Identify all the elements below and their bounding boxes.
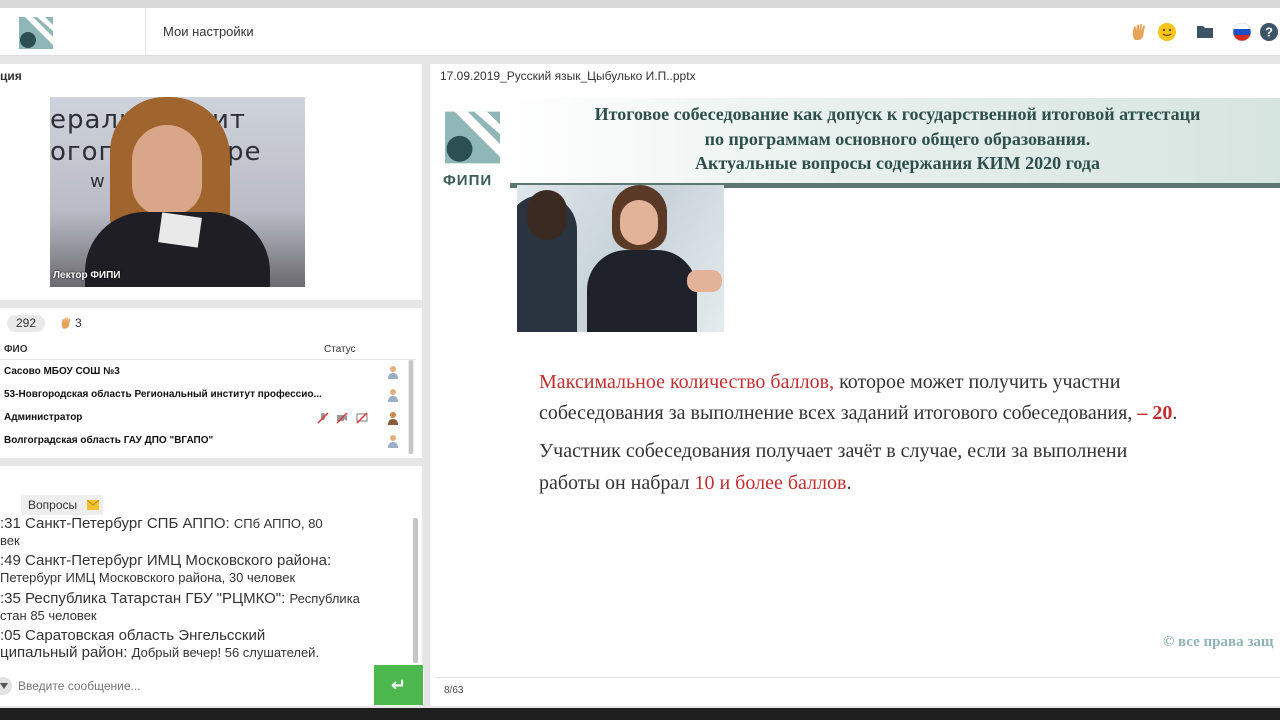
column-name-header[interactable]: ФИО bbox=[4, 344, 28, 355]
logo-area[interactable] bbox=[0, 8, 146, 55]
fipi-logo-icon bbox=[19, 17, 53, 49]
emoji-icon[interactable] bbox=[1157, 22, 1177, 42]
slide-title-line: по программам основного общего образован… bbox=[704, 129, 1091, 149]
participants-scrollbar[interactable] bbox=[408, 360, 414, 454]
participant-name: 53-Новгородская область Региональный инс… bbox=[4, 389, 322, 400]
app-header: Мои настройки ? bbox=[0, 8, 1280, 56]
slide-title-line: Актуальные вопросы содержания КИМ 2020 г… bbox=[695, 153, 1100, 173]
paragraph-text: . bbox=[846, 472, 852, 494]
message-text: Добрый вечер! 56 слушателей. bbox=[131, 645, 320, 660]
video-caption: Лектор ФИПИ bbox=[53, 270, 121, 281]
table-row[interactable]: Волгоградская область ГАУ ДПО "ВГАПО" bbox=[0, 429, 410, 452]
photo-woman-face bbox=[620, 200, 658, 245]
fipi-logo-icon bbox=[445, 111, 500, 164]
raised-hands-icon bbox=[61, 317, 71, 329]
help-icon[interactable]: ? bbox=[1259, 22, 1279, 42]
page-counter[interactable]: 8/63 bbox=[444, 685, 463, 696]
user-icon bbox=[388, 435, 398, 448]
language-flag-icon[interactable] bbox=[1232, 22, 1252, 42]
message-input[interactable] bbox=[18, 676, 358, 696]
photo-woman-body bbox=[587, 250, 697, 332]
camera-off-icon[interactable] bbox=[336, 412, 348, 424]
table-row[interactable]: Сасово МБОУ СОШ №3 bbox=[0, 360, 410, 383]
slide-photo bbox=[517, 185, 724, 332]
message-input-row bbox=[0, 668, 424, 704]
lecturer-video[interactable]: ераль инстит огогич измере w w .ru Лекто… bbox=[50, 97, 305, 287]
slide-logo: ФИПИ bbox=[435, 98, 510, 190]
tab-label: Вопросы bbox=[28, 498, 78, 512]
message-author: :05 Саратовская область Энгельсский bbox=[0, 627, 266, 644]
highlight-text: 10 и более баллов bbox=[694, 472, 847, 494]
lecturer-face bbox=[132, 125, 202, 215]
presentation-slide[interactable]: ФИПИ Итоговое собеседование как допуск к… bbox=[435, 98, 1280, 665]
tab-questions[interactable]: Вопросы bbox=[21, 495, 103, 515]
paragraph-text: которое может получить участни bbox=[834, 371, 1121, 393]
slide-title-line: Итоговое собеседование как допуск к госу… bbox=[594, 104, 1201, 124]
chevron-down-icon bbox=[0, 683, 8, 689]
slide-paragraph-2: Участник собеседования получает зачёт в … bbox=[539, 440, 1127, 463]
presentation-file-name: 17.09.2019_Русский язык_Цыбулько И.П..pp… bbox=[440, 69, 696, 83]
chat-message: :35 Республика Татарстан ГБУ "РЦМКО": Ре… bbox=[0, 590, 360, 624]
top-strip bbox=[0, 0, 1280, 8]
chat-message: :05 Саратовская область Энгельсский ципа… bbox=[0, 627, 319, 661]
slide-paragraph-1-line-2: собеседования за выполнение всех заданий… bbox=[539, 402, 1177, 425]
user-icon bbox=[388, 389, 398, 402]
table-row[interactable]: 53-Новгородская область Региональный инс… bbox=[0, 383, 410, 406]
column-status-header[interactable]: Статус bbox=[324, 344, 356, 355]
slide-paragraph-1: Максимальное количество баллов, которое … bbox=[539, 371, 1120, 394]
highlight-text: Максимальное количество баллов, bbox=[539, 371, 835, 393]
chat-message: :31 Санкт-Петербург СПБ АППО: СПб АППО, … bbox=[0, 515, 323, 549]
message-author: ципальный район: bbox=[0, 644, 132, 661]
message-text: век bbox=[0, 533, 20, 548]
slide-copyright: © все права защ bbox=[1163, 634, 1274, 650]
raise-hand-icon[interactable] bbox=[1129, 22, 1149, 42]
admin-user-icon bbox=[388, 412, 398, 425]
page-title[interactable]: Мои настройки bbox=[163, 24, 254, 39]
raised-hands-count: 3 bbox=[75, 316, 82, 330]
scrollbar-thumb[interactable] bbox=[409, 360, 413, 454]
user-icon bbox=[388, 366, 398, 379]
logo-text: ФИПИ bbox=[443, 172, 493, 189]
participants-table-header: ФИО Статус bbox=[0, 340, 416, 360]
chat-messages[interactable]: :31 Санкт-Петербург СПБ АППО: СПб АППО, … bbox=[0, 515, 416, 665]
panel-title: ция bbox=[0, 69, 22, 83]
participant-name: Волгоградская область ГАУ ДПО "ВГАПО" bbox=[4, 435, 214, 446]
paragraph-text: собеседования за выполнение всех заданий… bbox=[539, 402, 1138, 424]
paragraph-text: Участник собеседования получает зачёт в … bbox=[539, 440, 1128, 462]
message-text: стан 85 человек bbox=[0, 608, 97, 623]
folder-icon[interactable] bbox=[1195, 22, 1215, 42]
message-text: Республика bbox=[289, 591, 360, 606]
message-author: :35 Республика Татарстан ГБУ "РЦМКО": bbox=[0, 590, 290, 607]
message-text: СПб АППО, 80 bbox=[233, 516, 323, 531]
message-text: Петербург ИМЦ Московского района, 30 чел… bbox=[0, 570, 296, 585]
microphone-off-icon[interactable] bbox=[317, 412, 329, 424]
envelope-icon bbox=[87, 500, 99, 510]
photo-man-hair bbox=[527, 190, 567, 240]
slide-paragraph-2-line-2: работы он набрал 10 и более баллов. bbox=[539, 472, 851, 495]
svg-text:?: ? bbox=[1265, 25, 1273, 40]
slide-footer: 8/63 bbox=[435, 677, 1280, 705]
send-button[interactable]: ↵ bbox=[374, 665, 423, 705]
chat-scrollbar[interactable] bbox=[413, 518, 418, 663]
bottom-taskbar bbox=[0, 708, 1280, 720]
table-row[interactable]: Администратор bbox=[0, 406, 410, 429]
participant-name: Администратор bbox=[4, 412, 83, 423]
message-author: :49 Санкт-Петербург ИМЦ Московского райо… bbox=[0, 552, 332, 569]
lecturer-collar bbox=[158, 212, 202, 248]
message-author: :31 Санкт-Петербург СПБ АППО: bbox=[0, 515, 234, 532]
photo-hand bbox=[687, 270, 722, 292]
participant-count-badge[interactable]: 292 bbox=[7, 315, 45, 332]
paragraph-text: . bbox=[1172, 402, 1178, 424]
participant-name: Сасово МБОУ СОШ №3 bbox=[4, 366, 120, 377]
highlight-text: – 20 bbox=[1137, 402, 1173, 424]
chat-message: :49 Санкт-Петербург ИМЦ Московского райо… bbox=[0, 552, 331, 586]
paragraph-text: работы он набрал bbox=[539, 472, 695, 494]
screen-off-icon[interactable] bbox=[356, 412, 368, 424]
emoji-picker-button[interactable] bbox=[0, 677, 12, 695]
